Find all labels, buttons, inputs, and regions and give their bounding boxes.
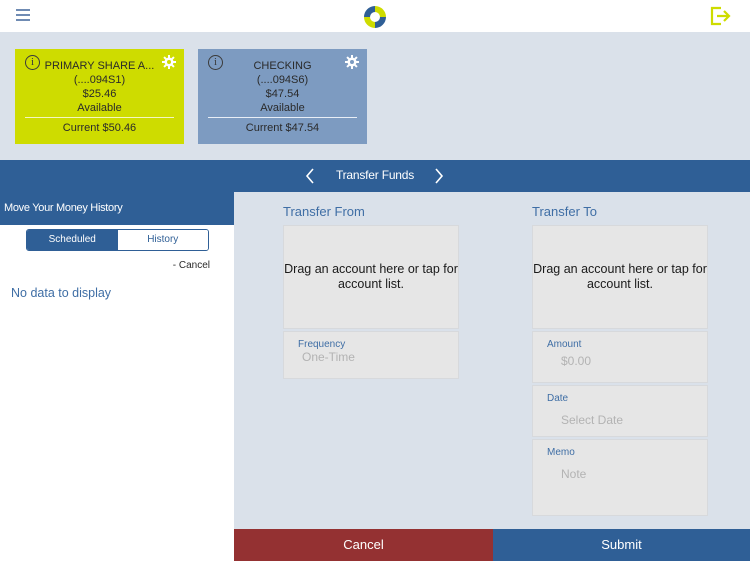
accounts-strip: i PRIMARY SHARE A... (....094S1) $25.46 … <box>0 32 750 160</box>
transfer-to-title: Transfer To <box>532 204 598 219</box>
account-number: (....094S6) <box>256 74 309 86</box>
page-title: Transfer Funds <box>335 168 415 182</box>
transfer-to-drop-zone[interactable]: Drag an account here or tap for account … <box>532 225 708 329</box>
amount-label: Amount <box>547 339 582 350</box>
current-balance: Current $50.46 <box>62 122 137 134</box>
tab-scheduled[interactable]: Scheduled <box>27 230 118 250</box>
empty-state-message: No data to display <box>11 286 112 300</box>
history-panel-title: Move Your Money History <box>0 192 234 225</box>
cancel-button[interactable]: Cancel <box>234 529 493 561</box>
account-number: (....094S1) <box>73 74 126 86</box>
available-amount: $25.46 <box>82 88 117 100</box>
account-card-checking[interactable]: i CHECKING (....094S6) $47.54 Available … <box>198 49 367 144</box>
date-field[interactable]: Date Select Date <box>532 385 708 437</box>
submit-button[interactable]: Submit <box>493 529 750 561</box>
transfer-form: Transfer From Drag an account here or ta… <box>234 192 750 529</box>
current-balance: Current $47.54 <box>245 122 320 134</box>
memo-field[interactable]: Memo Note <box>532 439 708 516</box>
transfer-from-title: Transfer From <box>283 204 365 219</box>
date-label: Date <box>547 393 569 404</box>
transfer-from-drop-zone[interactable]: Drag an account here or tap for account … <box>283 225 459 329</box>
date-input[interactable]: Select Date <box>561 413 623 427</box>
available-amount: $47.54 <box>265 88 300 100</box>
history-segmented-control: Scheduled History <box>26 229 209 251</box>
memo-label: Memo <box>547 447 575 458</box>
available-label: Available <box>77 102 122 114</box>
account-name: CHECKING <box>253 60 312 72</box>
frequency-label: Frequency <box>298 339 346 350</box>
top-header <box>0 0 750 32</box>
divider <box>208 117 357 118</box>
available-label: Available <box>260 102 305 114</box>
history-panel: Move Your Money History Scheduled Histor… <box>0 192 234 562</box>
cancel-scheduled-link[interactable]: - Cancel <box>173 260 210 271</box>
frequency-field[interactable]: Frequency One-Time <box>283 331 459 379</box>
memo-input[interactable]: Note <box>561 467 586 481</box>
divider <box>25 117 174 118</box>
account-name: PRIMARY SHARE A... <box>44 60 155 72</box>
hamburger-menu-icon[interactable] <box>16 9 30 21</box>
chevron-right-icon[interactable] <box>432 167 446 185</box>
frequency-value: One-Time <box>302 350 355 364</box>
amount-field[interactable]: Amount $0.00 <box>532 331 708 383</box>
tab-history[interactable]: History <box>117 230 208 250</box>
logout-icon[interactable] <box>710 6 732 26</box>
brand-logo-icon <box>364 6 386 28</box>
amount-input[interactable]: $0.00 <box>561 354 591 368</box>
title-bar: Transfer Funds <box>0 160 750 192</box>
account-card-primary-share[interactable]: i PRIMARY SHARE A... (....094S1) $25.46 … <box>15 49 184 144</box>
